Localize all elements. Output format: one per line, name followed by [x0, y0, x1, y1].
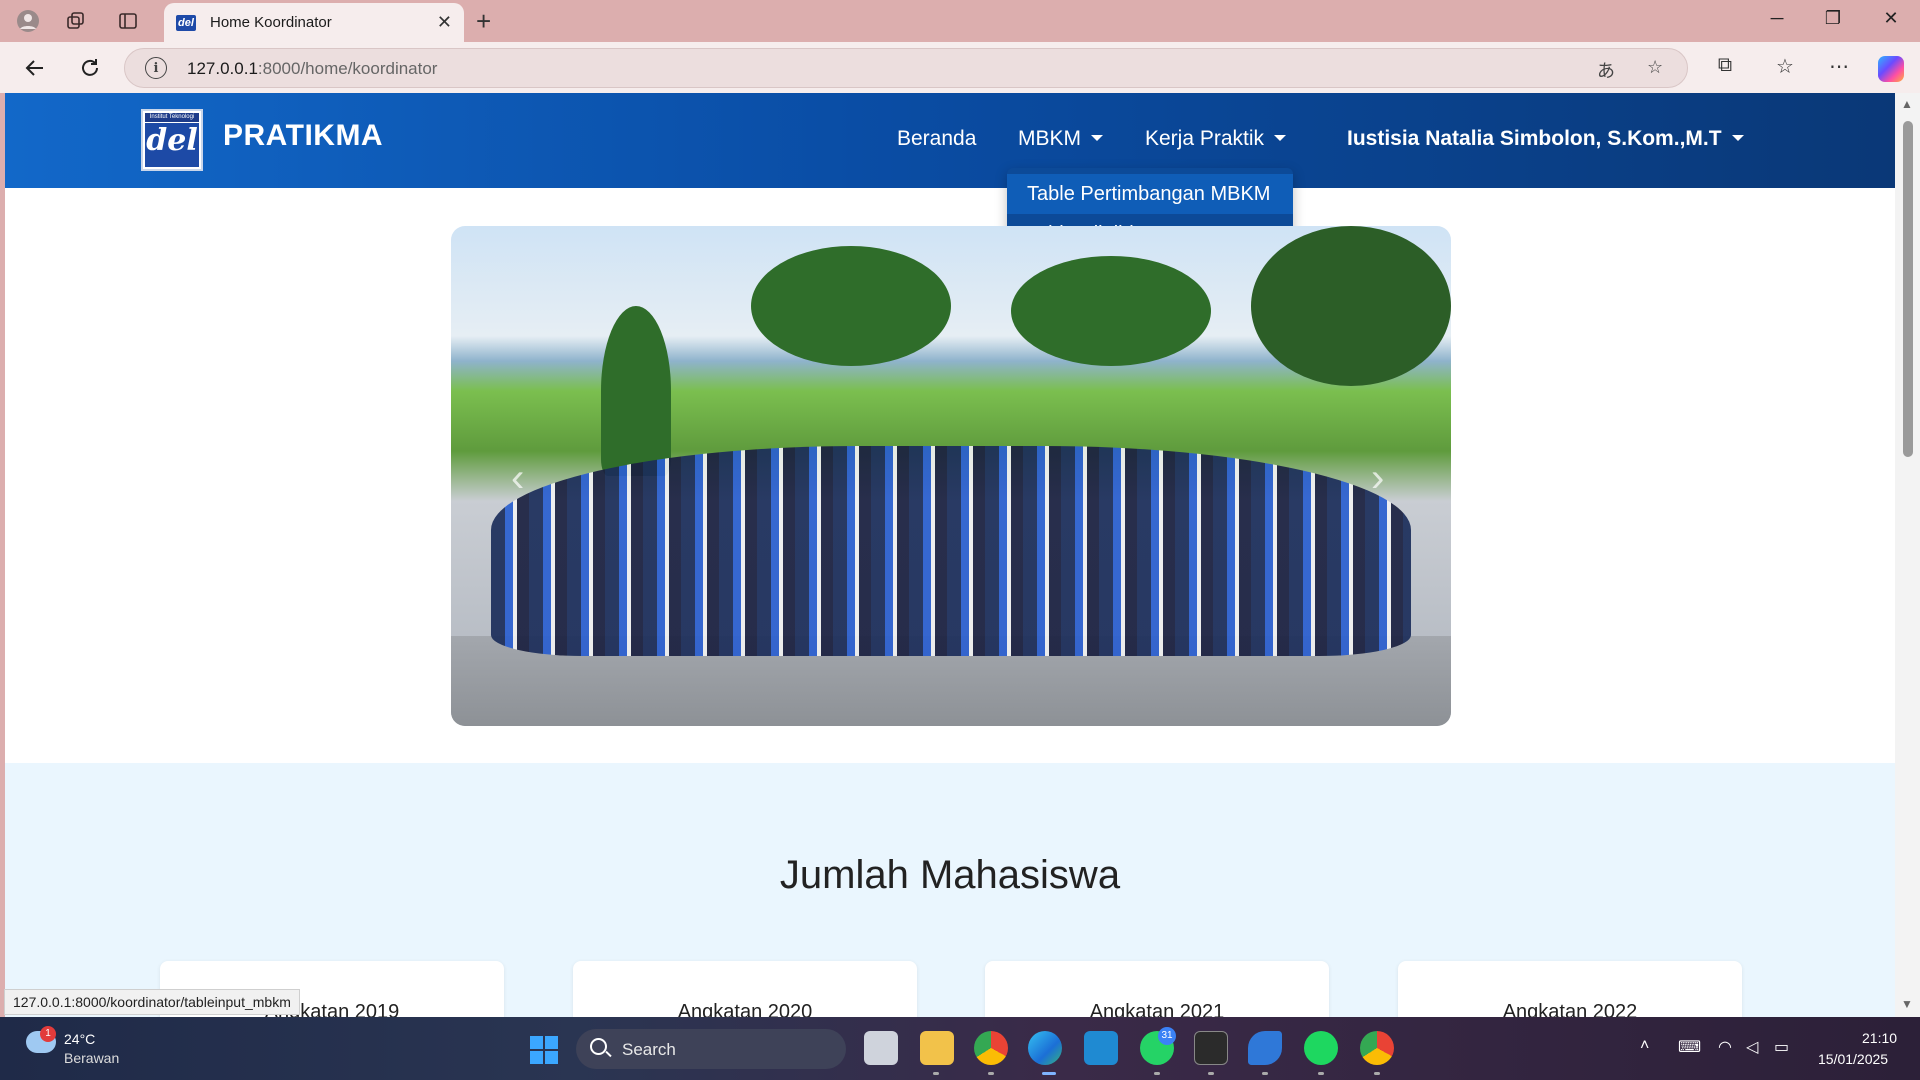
whatsapp-badge: 31 — [1158, 1027, 1176, 1045]
restore-icon[interactable]: ❐ — [1818, 8, 1848, 29]
info-icon[interactable]: i — [145, 57, 167, 79]
keyboard-icon[interactable]: ⌨ — [1678, 1037, 1701, 1057]
windows-start-icon[interactable] — [530, 1036, 558, 1064]
weather-badge: 1 — [40, 1026, 56, 1042]
web-page: Institut Teknologi del PRATIKMA Beranda … — [5, 93, 1895, 1017]
profile-icon[interactable] — [14, 7, 42, 35]
logo-word: del — [145, 123, 199, 161]
battery-icon[interactable]: ▭ — [1774, 1037, 1789, 1057]
caret-down-icon — [1731, 135, 1744, 141]
windows-taskbar: 1 24°C Berawan Search 31 ˄ ⌨ ◠ ◁ ▭ 21:10… — [0, 1017, 1920, 1080]
address-bar[interactable]: i 127.0.0.1:8000/home/koordinator あ ☆ — [124, 48, 1688, 88]
caret-down-icon — [1274, 135, 1287, 141]
card-label: Angkatan 2020 — [677, 1001, 813, 1017]
logo-band: Institut Teknologi — [145, 113, 199, 122]
stat-card[interactable]: Angkatan 2020 — [573, 961, 917, 1017]
browser-title-bar: del Home Koordinator ✕ + ─ ❐ ✕ — [0, 0, 1920, 42]
workspaces-icon[interactable] — [62, 7, 90, 35]
search-label: Search — [622, 1040, 676, 1059]
card-label: Angkatan 2021 — [1089, 1001, 1225, 1017]
taskbar-search[interactable]: Search — [576, 1029, 846, 1069]
chrome-profile-icon[interactable] — [1360, 1031, 1394, 1065]
user-menu[interactable]: Iustisia Natalia Simbolon, S.Kom.,M.T — [1347, 127, 1744, 151]
app-arrow-icon[interactable] — [1248, 1031, 1282, 1065]
clock-date[interactable]: 15/01/2025 — [1818, 1051, 1888, 1067]
scroll-up-icon[interactable]: ▲ — [1901, 97, 1913, 111]
weather-temp[interactable]: 24°C — [64, 1031, 95, 1047]
star-icon[interactable]: ☆ — [1647, 57, 1663, 78]
clock-time[interactable]: 21:10 — [1862, 1030, 1897, 1046]
chevron-up-icon[interactable]: ˄ — [1640, 1037, 1649, 1055]
dropdown-item-pertimbangan[interactable]: Table Pertimbangan MBKM — [1007, 174, 1293, 214]
file-explorer-icon[interactable] — [920, 1031, 954, 1065]
translate-icon[interactable]: あ — [1597, 57, 1615, 83]
reload-icon[interactable] — [75, 53, 105, 83]
url-text[interactable]: 127.0.0.1:8000/home/koordinator — [187, 59, 437, 79]
nav-link-mbkm[interactable]: MBKM — [1018, 127, 1103, 151]
terminal-icon[interactable] — [1194, 1031, 1228, 1065]
wifi-icon[interactable]: ◠ — [1718, 1037, 1732, 1057]
spotify-icon[interactable] — [1304, 1031, 1338, 1065]
plus-icon[interactable]: + — [476, 6, 491, 37]
task-view-icon[interactable] — [864, 1031, 898, 1065]
window-close-icon[interactable]: ✕ — [1876, 8, 1906, 29]
browser-toolbar: i 127.0.0.1:8000/home/koordinator あ ☆ ⧉ … — [0, 42, 1920, 93]
hero-carousel: ‹ › — [451, 226, 1451, 726]
tab-favicon: del — [176, 14, 196, 31]
volume-icon[interactable]: ◁ — [1746, 1037, 1758, 1057]
link-status-tooltip: 127.0.0.1:8000/koordinator/tableinput_mb… — [4, 989, 300, 1015]
stat-card[interactable]: Angkatan 2021 — [985, 961, 1329, 1017]
group-photo — [491, 446, 1411, 656]
nav-link-kerja-praktik[interactable]: Kerja Praktik — [1145, 127, 1287, 151]
tab-actions-icon[interactable] — [114, 7, 142, 35]
close-icon[interactable]: ✕ — [437, 12, 452, 33]
weather-desc[interactable]: Berawan — [64, 1050, 119, 1066]
puzzle-icon[interactable]: ⧉ — [1710, 54, 1740, 77]
card-label: Angkatan 2022 — [1502, 1001, 1638, 1017]
site-brand[interactable]: PRATIKMA — [223, 119, 383, 153]
edge-icon[interactable] — [1028, 1031, 1062, 1065]
student-count-section: Jumlah Mahasiswa Angkatan 2019 Angkatan … — [5, 763, 1895, 1017]
stat-card[interactable]: Angkatan 2022 — [1398, 961, 1742, 1017]
back-arrow-icon[interactable] — [20, 53, 50, 83]
scrollbar-thumb[interactable] — [1903, 121, 1913, 457]
favorites-icon[interactable]: ☆ — [1770, 54, 1800, 79]
search-icon — [590, 1038, 607, 1055]
nav-link-beranda[interactable]: Beranda — [897, 127, 976, 151]
carousel-next-icon[interactable]: › — [1371, 456, 1384, 501]
del-logo[interactable]: Institut Teknologi del — [141, 109, 203, 171]
minimize-icon[interactable]: ─ — [1762, 8, 1792, 29]
vscode-icon[interactable] — [1084, 1031, 1118, 1065]
copilot-icon[interactable] — [1878, 56, 1904, 82]
section-title: Jumlah Mahasiswa — [779, 853, 1121, 897]
caret-down-icon — [1091, 135, 1103, 141]
more-icon[interactable]: ⋯ — [1824, 54, 1854, 79]
tab-home-koordinator[interactable]: del Home Koordinator ✕ — [164, 3, 464, 42]
chrome-icon[interactable] — [974, 1031, 1008, 1065]
carousel-prev-icon[interactable]: ‹ — [511, 456, 524, 501]
page-scrollbar[interactable]: ▲ ▼ — [1895, 93, 1920, 1017]
site-navbar: Institut Teknologi del PRATIKMA Beranda … — [5, 93, 1895, 188]
scroll-down-icon[interactable]: ▼ — [1901, 997, 1913, 1011]
tab-title: Home Koordinator — [210, 14, 332, 31]
